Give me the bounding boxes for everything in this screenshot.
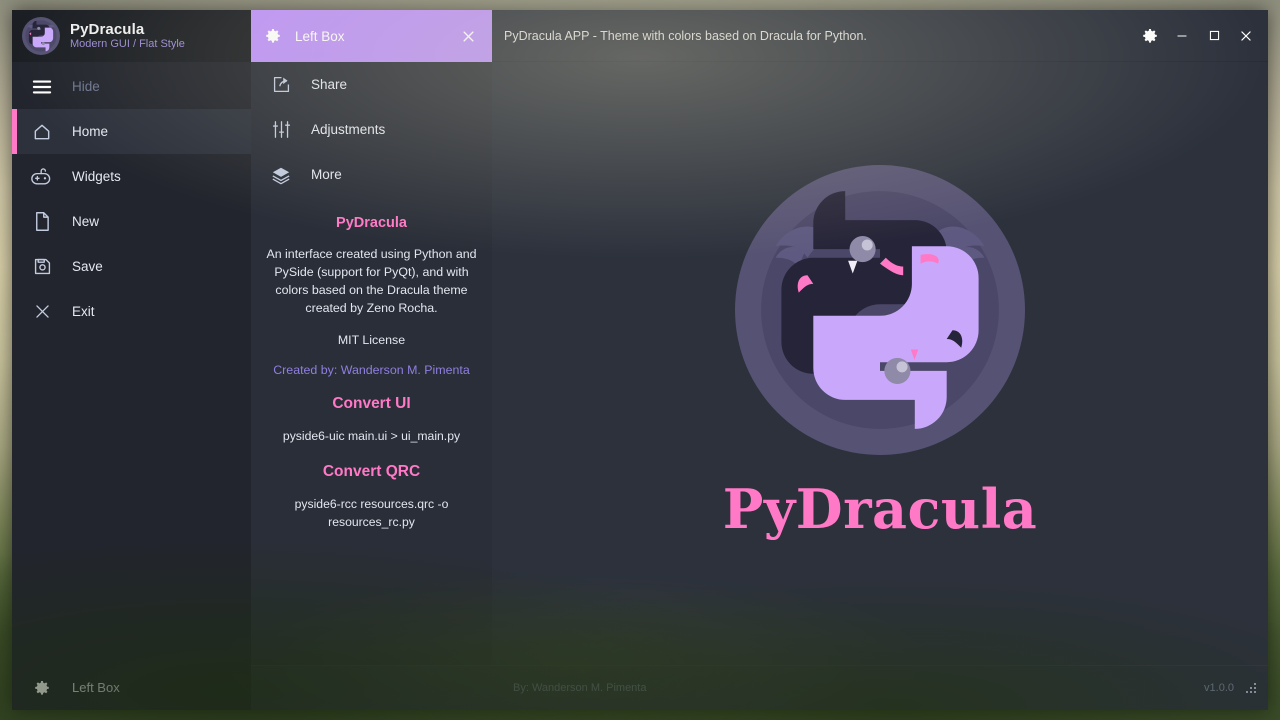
sidebar-item-label: Home [72,124,108,139]
close-icon[interactable] [457,27,480,46]
app-window: PyDracula Modern GUI / Flat Style Left B… [12,10,1268,710]
sidebar-item-label: Widgets [72,169,121,184]
credits-title: PyDracula [265,215,478,231]
gear-icon [12,680,72,696]
main-row: Hide Home [12,62,1268,665]
gamepad-icon [12,167,72,187]
sidebar-item-label: Exit [72,304,95,319]
sidebar-item-widgets[interactable]: Widgets [12,154,251,199]
convert-qrc-heading: Convert QRC [265,463,478,481]
sidebar-toggle-button[interactable]: Hide [12,64,251,109]
gear-icon [265,28,281,44]
sidebar-item-save[interactable]: Save [12,244,251,289]
convert-ui-heading: Convert UI [265,395,478,413]
top-bar-row: PyDracula Modern GUI / Flat Style Left B… [12,10,1268,62]
bottom-bar: Left Box By: Wanderson M. Pimenta v1.0.0 [12,665,1268,710]
desktop-wallpaper: PyDracula Modern GUI / Flat Style Left B… [0,0,1280,720]
left-box-item-label: More [311,167,342,182]
left-box-item-share[interactable]: Share [251,62,492,107]
sliders-icon [251,120,311,139]
convert-ui-command: pyside6-uic main.ui > ui_main.py [265,427,478,445]
left-box-panel: Share Adjustments [251,62,492,665]
pydracula-logo-icon [735,165,1025,455]
sidebar-item-label: New [72,214,99,229]
status-credits: By: Wanderson M. Pimenta [513,682,646,694]
left-box-item-label: Share [311,77,347,92]
left-box-credits: PyDracula An interface created using Pyt… [251,197,492,531]
app-title: PyDracula [70,21,185,38]
sidebar-menu: Hide Home [12,62,251,665]
status-version: v1.0.0 [1204,682,1234,694]
credits-license: MIT License [265,333,478,347]
close-x-icon [12,302,72,321]
credits-author: Created by: Wanderson M. Pimenta [265,363,478,377]
save-icon [12,257,72,276]
convert-qrc-command: pyside6-rcc resources.qrc -o resources_r… [265,495,478,531]
window-controls [1134,20,1262,52]
hero-title: PyDracula [723,477,1037,541]
layers-icon [251,165,311,185]
bottom-status-bar: By: Wanderson M. Pimenta v1.0.0 [251,665,1268,710]
left-box-title: Left Box [295,29,443,44]
sidebar-toggle-label: Hide [72,79,100,94]
bottom-settings-button[interactable]: Left Box [12,665,251,710]
left-box-item-more[interactable]: More [251,152,492,197]
sidebar-item-exit[interactable]: Exit [12,289,251,334]
close-icon[interactable] [1230,20,1262,52]
left-box-header: Left Box [251,10,492,62]
pydracula-logo-icon [22,17,60,55]
window-title-bar[interactable]: PyDracula APP - Theme with colors based … [492,10,1268,62]
window-title-text: PyDracula APP - Theme with colors based … [504,29,1134,43]
home-icon [12,122,72,142]
file-icon [12,211,72,232]
sidebar-item-new[interactable]: New [12,199,251,244]
maximize-icon[interactable] [1198,20,1230,52]
share-icon [251,75,311,94]
sidebar-item-home[interactable]: Home [12,109,251,154]
left-box-item-adjustments[interactable]: Adjustments [251,107,492,152]
app-subtitle: Modern GUI / Flat Style [70,38,185,51]
brand-header: PyDracula Modern GUI / Flat Style [12,10,251,62]
gear-icon[interactable] [1134,20,1166,52]
left-box-item-label: Adjustments [311,122,385,137]
hero-block: PyDracula [723,165,1037,541]
hamburger-menu-icon [12,78,72,96]
sidebar-item-label: Save [72,259,103,274]
bottom-settings-label: Left Box [72,680,120,695]
main-content-area: PyDracula [492,62,1268,665]
minimize-icon[interactable] [1166,20,1198,52]
size-grip-icon[interactable] [1244,681,1258,695]
credits-description: An interface created using Python and Py… [265,245,478,317]
